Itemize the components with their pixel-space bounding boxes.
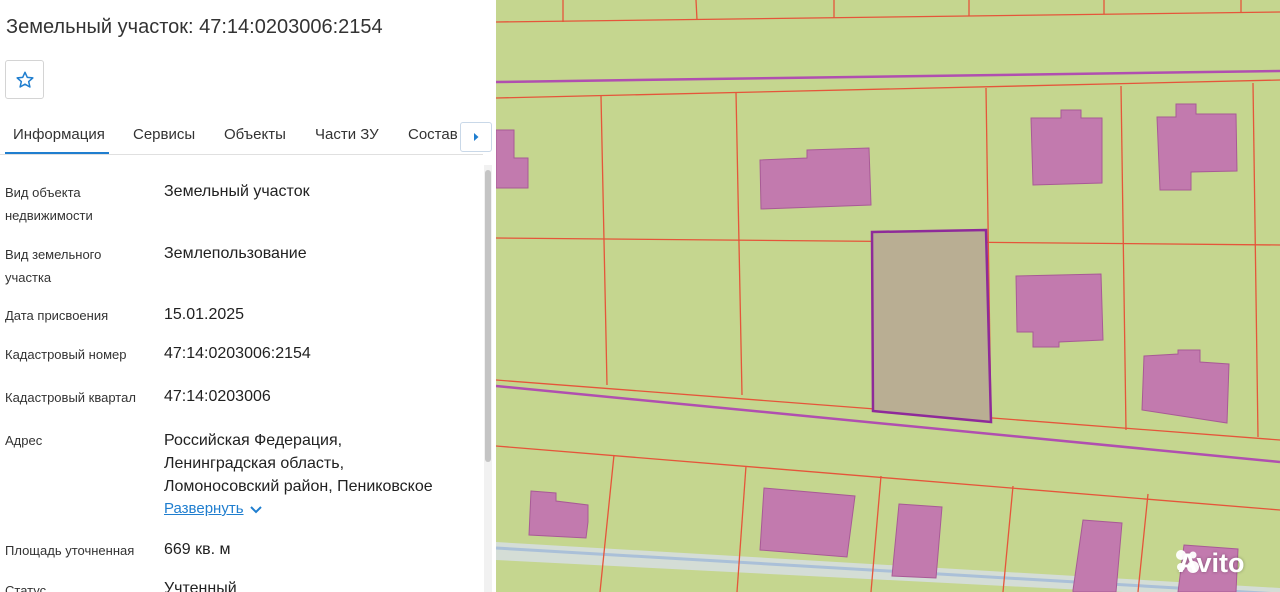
scrollbar-thumb[interactable] bbox=[485, 170, 491, 462]
favorite-button[interactable] bbox=[5, 60, 44, 99]
cadastral-quarter-label: Кадастровый квартал bbox=[5, 390, 136, 405]
caret-right-icon bbox=[474, 133, 479, 141]
tabs-scroll-right-button[interactable] bbox=[460, 122, 492, 152]
page-title: Земельный участок: 47:14:0203006:2154 bbox=[6, 16, 383, 38]
tab-services[interactable]: Сервисы bbox=[133, 126, 195, 143]
address-line-2: Ленинградская область, bbox=[164, 455, 345, 472]
tab-objects[interactable]: Объекты bbox=[224, 126, 286, 143]
area-value: 669 кв. м bbox=[164, 541, 231, 558]
area-label: Площадь уточненная bbox=[5, 543, 135, 558]
chevron-down-icon[interactable] bbox=[249, 505, 263, 515]
info-panel: Земельный участок: 47:14:0203006:2154 Ин… bbox=[0, 0, 496, 592]
status-value: Учтенный bbox=[164, 580, 237, 592]
map-canvas[interactable] bbox=[496, 0, 1280, 592]
land-type-value: Землепользование bbox=[164, 245, 307, 262]
tab-parts[interactable]: Части ЗУ bbox=[315, 126, 379, 143]
tab-information[interactable]: Информация bbox=[13, 126, 105, 143]
star-outline-icon bbox=[15, 71, 34, 88]
status-label: Статус bbox=[5, 583, 47, 592]
tabs-divider bbox=[0, 154, 483, 155]
date-value: 15.01.2025 bbox=[164, 306, 245, 323]
tab-composition[interactable]: Состав bbox=[408, 126, 458, 143]
selected-parcel[interactable] bbox=[870, 228, 993, 424]
land-type-label: Вид земельного участка bbox=[5, 247, 102, 285]
object-type-value: Земельный участок bbox=[164, 183, 310, 200]
address-line-3: Ломоносовский район, Пениковское bbox=[164, 478, 433, 495]
address-line-1: Российская Федерация, bbox=[164, 432, 343, 449]
cadastral-number-value: 47:14:0203006:2154 bbox=[164, 345, 311, 362]
date-label: Дата присвоения bbox=[5, 308, 109, 323]
address-label: Адрес bbox=[5, 433, 43, 448]
avito-logo-icon bbox=[1176, 550, 1199, 573]
cadastral-map[interactable]: Avito bbox=[496, 0, 1280, 592]
avito-watermark: Avito bbox=[1174, 548, 1245, 579]
cadastral-number-label: Кадастровый номер bbox=[5, 347, 127, 362]
object-type-label: Вид объекта недвижимости bbox=[5, 185, 93, 223]
cadastral-quarter-value: 47:14:0203006 bbox=[164, 388, 271, 405]
expand-address-link[interactable]: Развернуть bbox=[164, 500, 244, 517]
